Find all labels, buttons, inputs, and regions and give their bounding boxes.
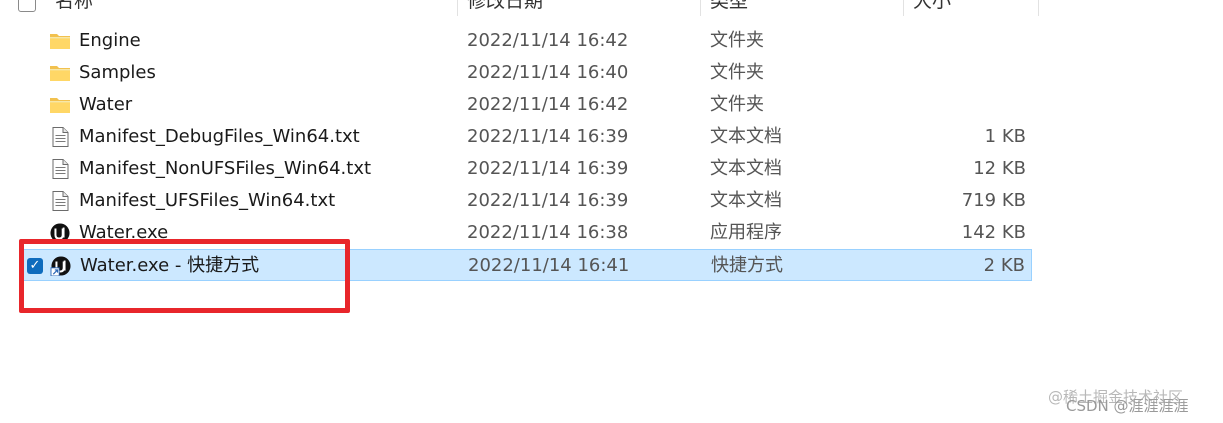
- file-date: 2022/11/14 16:40: [467, 62, 629, 83]
- file-date: 2022/11/14 16:42: [467, 30, 629, 51]
- file-type: 文件夹: [710, 62, 764, 83]
- file-row[interactable]: Manifest_NonUFSFiles_Win64.txt 2022/11/1…: [22, 153, 1032, 185]
- file-name: Manifest_DebugFiles_Win64.txt: [79, 126, 360, 147]
- file-row[interactable]: Manifest_DebugFiles_Win64.txt 2022/11/14…: [22, 121, 1032, 153]
- column-divider[interactable]: [457, 0, 458, 16]
- file-row[interactable]: Samples 2022/11/14 16:40 文件夹: [22, 57, 1032, 89]
- folder-icon: [50, 98, 70, 113]
- select-all-checkbox[interactable]: [18, 0, 36, 12]
- watermark-csdn: CSDN @涯涯涯涯: [1066, 397, 1189, 415]
- file-name: Manifest_NonUFSFiles_Win64.txt: [79, 158, 372, 179]
- file-size: 2 KB: [983, 255, 1025, 276]
- file-type: 文本文档: [710, 126, 782, 147]
- file-row[interactable]: Engine 2022/11/14 16:42 文件夹: [22, 25, 1032, 57]
- column-name[interactable]: 名称: [55, 0, 175, 16]
- text-file-icon: [52, 191, 69, 211]
- text-file-icon: [52, 159, 69, 179]
- file-name: Samples: [79, 62, 156, 83]
- column-header: 名称 修改日期 类型 大小: [0, 0, 1040, 16]
- file-explorer: 名称 修改日期 类型 大小 Engine 2022/11/14 16:42 文件…: [0, 0, 1223, 423]
- file-date: 2022/11/14 16:39: [467, 126, 629, 147]
- text-file-icon: [52, 127, 69, 147]
- file-name: Engine: [79, 30, 141, 51]
- folder-icon: [50, 34, 70, 49]
- file-size: 142 KB: [961, 222, 1026, 243]
- file-row[interactable]: Manifest_UFSFiles_Win64.txt 2022/11/14 1…: [22, 185, 1032, 217]
- column-divider[interactable]: [1038, 0, 1039, 16]
- column-divider[interactable]: [700, 0, 701, 16]
- file-type: 文件夹: [710, 94, 764, 115]
- file-type: 快捷方式: [711, 255, 783, 276]
- folder-icon: [50, 66, 70, 81]
- file-name: Water: [79, 94, 133, 115]
- file-type: 文件夹: [710, 30, 764, 51]
- file-row[interactable]: Water 2022/11/14 16:42 文件夹: [22, 89, 1032, 121]
- file-type: 文本文档: [710, 158, 782, 179]
- file-type: 应用程序: [710, 222, 782, 243]
- file-size: 12 KB: [973, 158, 1026, 179]
- file-size: 1 KB: [984, 126, 1026, 147]
- file-date: 2022/11/14 16:41: [468, 255, 630, 276]
- file-date: 2022/11/14 16:42: [467, 94, 629, 115]
- file-size: 719 KB: [961, 190, 1026, 211]
- column-date-modified[interactable]: 修改日期: [467, 0, 667, 16]
- file-date: 2022/11/14 16:39: [467, 158, 629, 179]
- column-divider[interactable]: [903, 0, 904, 16]
- file-name: Manifest_UFSFiles_Win64.txt: [79, 190, 336, 211]
- file-type: 文本文档: [710, 190, 782, 211]
- file-date: 2022/11/14 16:38: [467, 222, 629, 243]
- file-date: 2022/11/14 16:39: [467, 190, 629, 211]
- column-type[interactable]: 类型: [710, 0, 860, 16]
- column-size[interactable]: 大小: [913, 0, 1013, 16]
- highlight-annotation-box: [19, 239, 350, 313]
